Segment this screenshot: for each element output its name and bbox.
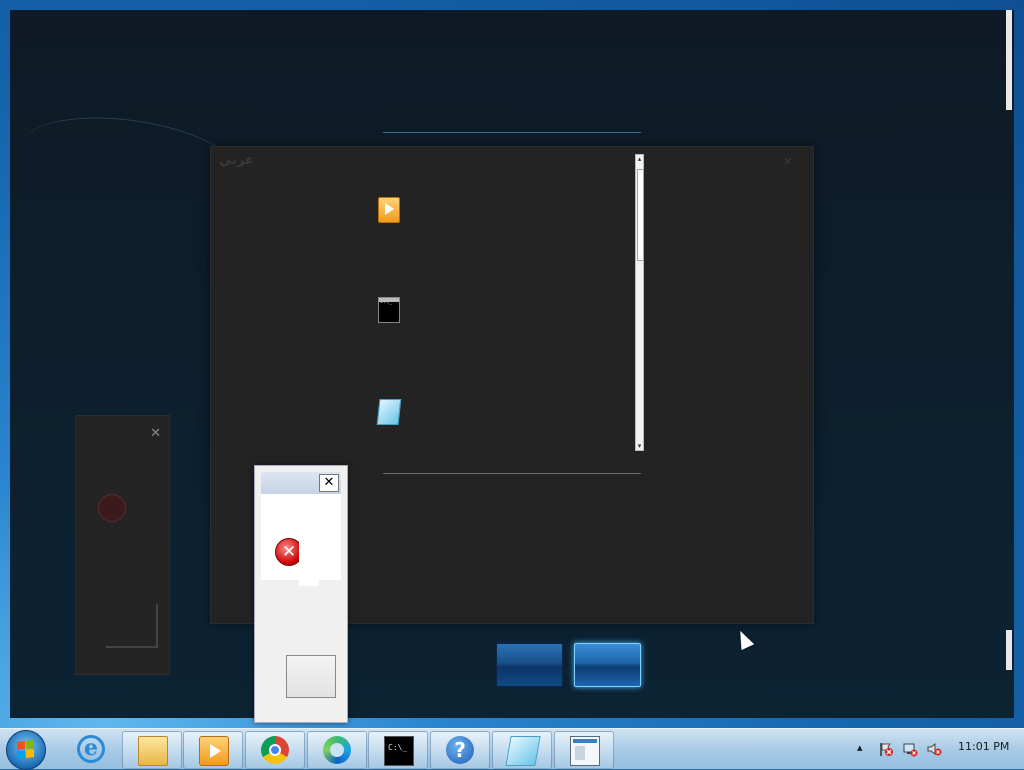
- ghost-button: [106, 604, 158, 648]
- taskbar-edge[interactable]: [307, 731, 367, 769]
- taskbar-command-prompt[interactable]: [368, 731, 428, 769]
- taskbar: e ? ▴ 11:01 PM: [0, 728, 1024, 770]
- scroll-thumb[interactable]: [637, 169, 644, 261]
- peek-bottom-divider: [383, 473, 641, 474]
- chrome-icon: [261, 736, 289, 764]
- edge-icon: [323, 736, 351, 764]
- taskbar-notepad[interactable]: [492, 731, 552, 769]
- taskbar-window[interactable]: [554, 731, 614, 769]
- help-icon: ?: [446, 736, 474, 764]
- taskbar-internet-explorer[interactable]: e: [62, 731, 120, 767]
- error-dialog: ✕ ✕: [254, 465, 348, 723]
- peek-top-divider: [383, 132, 641, 133]
- switcher-button-selected[interactable]: [574, 643, 641, 687]
- file-explorer-icon: [138, 736, 168, 766]
- switcher-button[interactable]: [496, 643, 563, 687]
- dialog-close-button[interactable]: ✕: [319, 474, 339, 492]
- windows-media-player-icon[interactable]: [378, 197, 400, 223]
- system-clock[interactable]: 11:01 PM: [958, 740, 1009, 753]
- command-prompt-icon: [384, 736, 414, 766]
- taskbar-help[interactable]: ?: [430, 731, 490, 769]
- scroll-up-arrow-icon[interactable]: ▴: [636, 155, 643, 163]
- taskbar-media-player[interactable]: [183, 731, 243, 769]
- window-icon: [570, 736, 600, 766]
- ghost-dialog-preview[interactable]: ✕: [75, 415, 170, 675]
- command-prompt-icon[interactable]: [378, 297, 400, 323]
- show-hidden-icons-button[interactable]: ▴: [857, 741, 863, 757]
- taskbar-file-explorer[interactable]: [122, 731, 182, 769]
- notepad-icon[interactable]: [376, 399, 402, 425]
- windows-logo-icon: [17, 740, 34, 759]
- dialog-message-text: [299, 536, 319, 586]
- overlay-edge-bar: [1006, 10, 1012, 110]
- taskbar-chrome[interactable]: [245, 731, 305, 769]
- error-icon: [98, 494, 126, 522]
- close-icon: ✕: [150, 426, 161, 441]
- scroll-down-arrow-icon[interactable]: ▾: [636, 442, 643, 450]
- ghost-window-title: عربي: [219, 153, 255, 168]
- start-button[interactable]: [6, 730, 46, 770]
- ghost-window-close-icon: ✕: [783, 155, 793, 168]
- notepad-icon: [505, 736, 541, 766]
- action-center-flag-icon[interactable]: [878, 741, 894, 757]
- internet-explorer-icon: e: [77, 735, 105, 763]
- windows-media-player-icon: [199, 736, 229, 766]
- peek-scrollbar[interactable]: ▴ ▾: [635, 154, 644, 451]
- volume-muted-icon[interactable]: [926, 741, 942, 757]
- network-icon[interactable]: [902, 741, 918, 757]
- overlay-edge-bar: [1006, 630, 1012, 670]
- dialog-ok-button[interactable]: [286, 655, 336, 698]
